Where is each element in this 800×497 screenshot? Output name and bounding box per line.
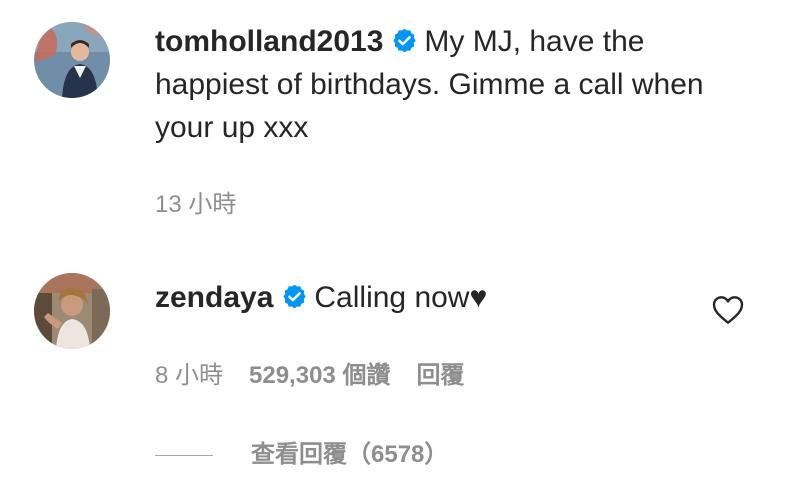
like-heart-icon[interactable] — [712, 295, 744, 325]
reply-button[interactable]: 回覆 — [416, 362, 464, 389]
comment-meta: 13 小時 — [155, 184, 236, 219]
comment-time[interactable]: 13 小時 — [155, 191, 236, 218]
avatar[interactable] — [34, 22, 110, 98]
verified-badge-icon — [281, 279, 308, 309]
comment-text: Calling now♥ — [314, 281, 488, 314]
verified-badge-icon — [391, 23, 418, 53]
comment-meta: 8 小時 529,303 個讚 回覆 — [155, 355, 464, 390]
divider-line — [155, 455, 213, 457]
view-replies-label: 查看回覆（6578） — [251, 441, 449, 468]
like-count[interactable]: 529,303 個讚 — [249, 362, 390, 389]
avatar-image — [34, 22, 110, 98]
comment-text-block: tomholland2013 My MJ, have the happiest o… — [155, 20, 715, 149]
comment-text-block: zendaya Calling now♥ — [155, 276, 695, 319]
comment-username[interactable]: tomholland2013 — [155, 25, 383, 58]
avatar-image — [34, 273, 110, 349]
comment-time[interactable]: 8 小時 — [155, 362, 223, 389]
avatar[interactable] — [34, 273, 110, 349]
comment-username[interactable]: zendaya — [155, 281, 273, 314]
view-replies-button[interactable]: 查看回覆（6578） — [155, 434, 448, 469]
